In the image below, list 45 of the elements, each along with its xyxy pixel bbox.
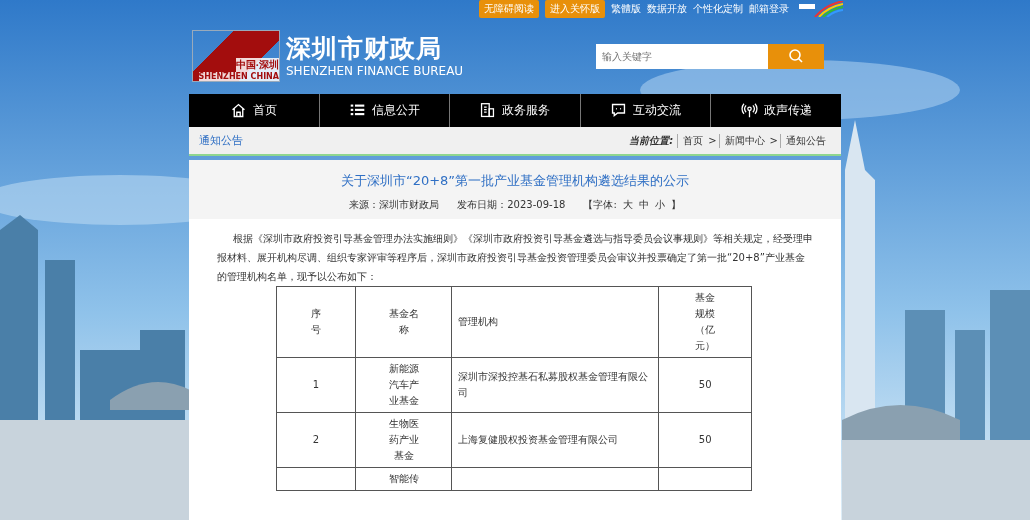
- site-title: 深圳市财政局: [286, 34, 443, 64]
- nav-icon: [230, 102, 248, 119]
- nav-icon: [610, 102, 628, 119]
- logo-subtext: SHENZHEN CHINA: [198, 72, 279, 81]
- table-header-cell: 管理机构: [451, 286, 659, 358]
- table-cell: 上海复健股权投资基金管理有限公司: [451, 412, 659, 468]
- top-link[interactable]: 邮箱登录: [749, 2, 789, 16]
- table-cell: 2: [276, 412, 356, 468]
- top-link[interactable]: 个性化定制: [693, 2, 743, 16]
- breadcrumb-link[interactable]: 通知公告: [780, 133, 831, 148]
- table-cell: 1: [276, 357, 356, 413]
- section-title: 通知公告: [199, 133, 243, 148]
- table-header-cell: 基金规模（亿元）: [658, 286, 752, 358]
- breadcrumb-separator: >: [769, 135, 778, 146]
- font-size-label: 【字体:: [583, 198, 617, 212]
- breadcrumb-separator: >: [708, 135, 717, 146]
- table-cell: 新能源汽车产业基金: [355, 357, 452, 413]
- table-header-cell: 序号: [276, 286, 356, 358]
- search-icon: [788, 48, 804, 64]
- font-size-link[interactable]: 大: [622, 198, 633, 212]
- nav-icon: [479, 102, 497, 119]
- table-header-cell: 基金名称: [355, 286, 452, 358]
- article-title: 关于深圳市“20+8”第一批产业基金管理机构遴选结果的公示: [340, 172, 690, 190]
- location-label: 当前位置:: [629, 133, 674, 148]
- nav-icon: [740, 102, 758, 119]
- breadcrumb-link[interactable]: 首页: [677, 133, 709, 148]
- top-link[interactable]: 繁體版: [611, 2, 641, 16]
- article-paragraph: 根据《深圳市政府投资引导基金管理办法实施细则》《深圳市政府投资引导基金遴选与指导委员会议事规则》等相关规定，经受理申报材料、展开机构尽调、组织专家评审等程序后，深圳市政府投资引导基金投资管理委员会审议并投票确定了第一批“20+8”产业基金的管理机构名单，现予以公布如下：: [217, 232, 813, 284]
- bureau-logo[interactable]: 中国·深圳 SHENZHEN CHINA: [192, 30, 280, 82]
- font-size-link[interactable]: 小: [654, 198, 665, 212]
- site-subtitle: SHENZHEN FINANCE BUREAU: [286, 64, 464, 78]
- table-cell: 深圳市深投控基石私募股权基金管理有限公司: [451, 357, 659, 413]
- font-size-link[interactable]: 中: [638, 198, 649, 212]
- table-cell: 生物医药产业基金: [355, 412, 452, 468]
- table-cell: 50: [658, 357, 752, 413]
- top-link[interactable]: 数据开放: [647, 2, 687, 16]
- table-cell: 50: [658, 412, 752, 468]
- font-size-bracket: 】: [670, 198, 681, 212]
- publish-date: 发布日期：2023-09-18: [457, 198, 566, 212]
- logo-text: 中国·深圳: [235, 58, 279, 72]
- article-source: 来源：深圳市财政局: [349, 198, 440, 212]
- search-field[interactable]: 输入关键字: [596, 43, 768, 69]
- search-button[interactable]: [768, 43, 824, 69]
- breadcrumb-link[interactable]: 新闻中心: [718, 133, 770, 148]
- table-cell: 智能传: [355, 467, 452, 491]
